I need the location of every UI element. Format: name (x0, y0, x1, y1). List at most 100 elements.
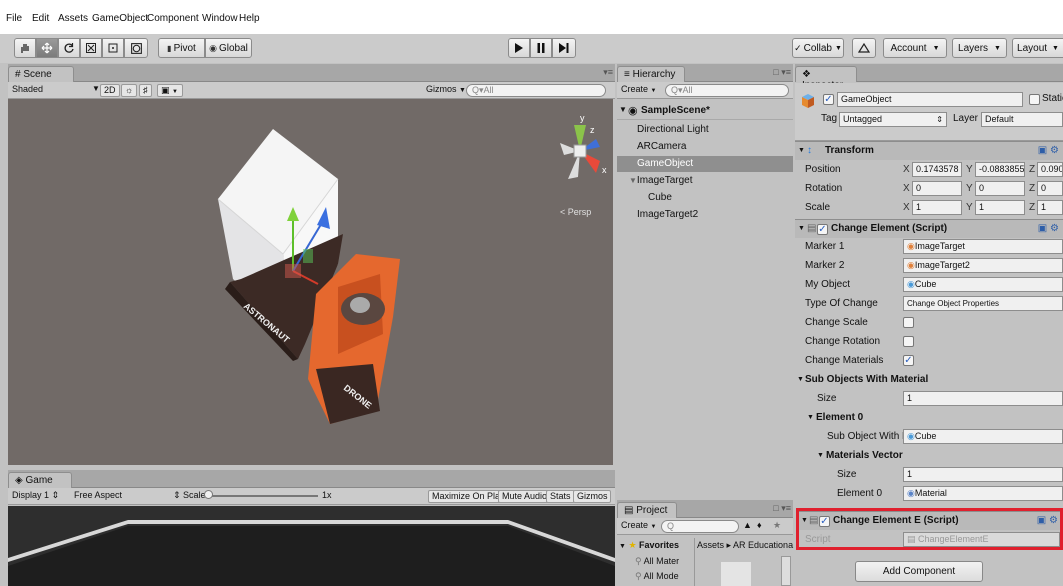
expand-arrow-icon[interactable]: ▼ (817, 446, 824, 465)
change-element-enabled-checkbox[interactable]: ✓ (817, 224, 828, 235)
layers-dropdown[interactable]: Layers ▼ (952, 38, 1007, 58)
mv-size-field[interactable]: 1 (903, 467, 1063, 482)
change-materials-checkbox[interactable]: ✓ (903, 355, 914, 366)
tab-inspector[interactable]: ❖ Inspector (795, 66, 857, 91)
perspective-label[interactable]: < Persp (560, 207, 591, 217)
favorite-item-all-models[interactable]: ⚲ All Mode (635, 571, 679, 582)
effects-dropdown[interactable]: ▣ ▼ (157, 84, 183, 97)
scene-viewport[interactable]: ASTRONAUT DRONE y z x < Persp (8, 99, 613, 465)
menu-gameobject[interactable]: GameObject (92, 13, 148, 24)
expand-arrow-icon[interactable]: ▼ (629, 176, 637, 185)
menu-component[interactable]: Component (147, 13, 199, 24)
size-field[interactable]: 1 (903, 391, 1063, 406)
filter-by-type-icon[interactable]: ▲ (743, 520, 752, 530)
hierarchy-item-imagetarget[interactable]: ▼ImageTarget (617, 173, 793, 189)
marker2-field[interactable]: ◉ImageTarget2 (903, 258, 1063, 273)
gizmos-dropdown[interactable]: Gizmos ▼ (426, 84, 466, 94)
transform-all-tool-button[interactable] (124, 38, 148, 58)
menu-assets[interactable]: Assets (58, 13, 88, 24)
stats-toggle[interactable]: Stats (546, 490, 575, 503)
scale-y-field[interactable]: 1 (975, 200, 1025, 215)
position-z-field[interactable]: 0.090583 (1037, 162, 1063, 177)
myobject-field[interactable]: ◉Cube (903, 277, 1063, 292)
hierarchy-item-gameobject[interactable]: GameObject (617, 156, 793, 172)
tab-game[interactable]: ◈ Game (8, 472, 72, 488)
move-tool-button[interactable] (36, 38, 58, 58)
position-x-field[interactable]: 0.1743578 (912, 162, 962, 177)
tab-scene[interactable]: # Scene (8, 66, 74, 82)
change-element-e-enabled-checkbox[interactable]: ✓ (819, 516, 830, 527)
account-dropdown[interactable]: Account ▼ (883, 38, 947, 58)
play-button[interactable] (508, 38, 530, 58)
hierarchy-item-imagetarget2[interactable]: ImageTarget2 (617, 207, 793, 223)
display-dropdown[interactable]: Display 1 ⇕ (12, 490, 59, 501)
settings-icon[interactable]: ▣ ⚙ (1038, 142, 1059, 160)
expand-arrow-icon[interactable]: ▼ (619, 105, 627, 114)
sub-objects-foldout[interactable]: ▼ Sub Objects With Material (795, 370, 1063, 389)
hierarchy-item-directional-light[interactable]: Directional Light (617, 122, 793, 138)
expand-arrow-icon[interactable]: ▼ (619, 543, 626, 550)
scale-slider-thumb[interactable] (204, 490, 213, 499)
materials-vector-foldout[interactable]: ▼ Materials Vector (795, 446, 1063, 465)
tab-hierarchy[interactable]: ≡ Hierarchy (617, 66, 685, 82)
pause-button[interactable] (530, 38, 552, 58)
expand-arrow-icon[interactable]: ▼ (798, 142, 805, 160)
star-icon[interactable]: ★ (773, 520, 781, 531)
mute-audio-toggle[interactable]: Mute Audio (498, 490, 552, 503)
rect-tool-button[interactable] (102, 38, 124, 58)
expand-arrow-icon[interactable]: ▼ (797, 370, 804, 389)
object-name-field[interactable]: GameObject (837, 92, 1023, 107)
global-toggle[interactable]: ◉ Global (205, 38, 252, 58)
favorite-item-all-materials[interactable]: ⚲ All Mater (635, 556, 679, 567)
change-element-header[interactable]: ▼ ▤ ✓ Change Element (Script) ▣ ⚙ (795, 219, 1063, 238)
scale-z-field[interactable]: 1 (1037, 200, 1063, 215)
sub-object-field[interactable]: ◉Cube (903, 429, 1063, 444)
transform-header[interactable]: ▼ ↕ Transform ▣ ⚙ (795, 141, 1063, 160)
scene-root-row[interactable]: ▼ ◉ SampleScene* (617, 102, 793, 120)
project-create-dropdown[interactable]: Create ▼ (621, 520, 656, 530)
rotation-x-field[interactable]: 0 (912, 181, 962, 196)
scene-search-input[interactable]: Q▾All (466, 84, 606, 97)
hand-tool-button[interactable] (14, 38, 36, 58)
marker1-field[interactable]: ◉ImageTarget (903, 239, 1063, 254)
hierarchy-item-cube[interactable]: Cube (617, 190, 793, 206)
menu-help[interactable]: Help (239, 13, 260, 24)
scale-tool-button[interactable] (80, 38, 102, 58)
project-breadcrumb[interactable]: Assets ▸ AR Educationa (697, 540, 793, 551)
menu-file[interactable]: File (6, 13, 22, 24)
audio-toggle[interactable]: ♯ (139, 84, 152, 97)
lighting-toggle[interactable]: ☼ (121, 84, 138, 97)
favorites-header[interactable]: ▼ ★ Favorites (619, 540, 679, 551)
game-gizmos-dropdown[interactable]: Gizmos (573, 490, 611, 503)
2d-toggle[interactable]: 2D (100, 84, 120, 97)
tab-project[interactable]: ▤ Project (617, 502, 677, 518)
scale-x-field[interactable]: 1 (912, 200, 962, 215)
scale-slider[interactable] (208, 495, 318, 497)
settings-icon[interactable]: ▣ ⚙ (1037, 512, 1058, 530)
active-checkbox[interactable]: ✓ (823, 94, 834, 105)
rotate-tool-button[interactable] (58, 38, 80, 58)
lock-icon[interactable]: □ ▾≡ (773, 503, 791, 514)
orientation-gizmo[interactable]: y z x (560, 113, 607, 179)
layout-dropdown[interactable]: Layout ▼ (1012, 38, 1063, 58)
filter-by-label-icon[interactable]: ♦ (757, 520, 762, 530)
rotation-z-field[interactable]: 0 (1037, 181, 1063, 196)
aspect-dropdown[interactable]: Free Aspect (74, 490, 122, 500)
static-checkbox[interactable]: . (1029, 94, 1040, 105)
add-component-button[interactable]: Add Component (855, 561, 983, 582)
mv-element0-field[interactable]: ◉Material (903, 486, 1063, 501)
element0-foldout[interactable]: ▼ Element 0 (795, 408, 1063, 427)
menu-edit[interactable]: Edit (32, 13, 49, 24)
type-of-change-dropdown[interactable]: Change Object Properties (903, 296, 1063, 311)
hierarchy-search-input[interactable]: Q▾All (665, 84, 789, 97)
rotation-y-field[interactable]: 0 (975, 181, 1025, 196)
expand-arrow-icon[interactable]: ▼ (801, 512, 808, 530)
hierarchy-create-dropdown[interactable]: Create ▼ (621, 84, 656, 94)
pivot-toggle[interactable]: ▮ Pivot (158, 38, 205, 58)
panel-menu-icon[interactable]: ▾≡ (603, 67, 613, 78)
step-button[interactable] (552, 38, 576, 58)
expand-arrow-icon[interactable]: ▼ (807, 408, 814, 427)
menu-window[interactable]: Window (202, 13, 238, 24)
collab-dropdown[interactable]: ✓ Collab ▼ (792, 38, 844, 58)
project-scrollbar[interactable] (781, 556, 791, 586)
